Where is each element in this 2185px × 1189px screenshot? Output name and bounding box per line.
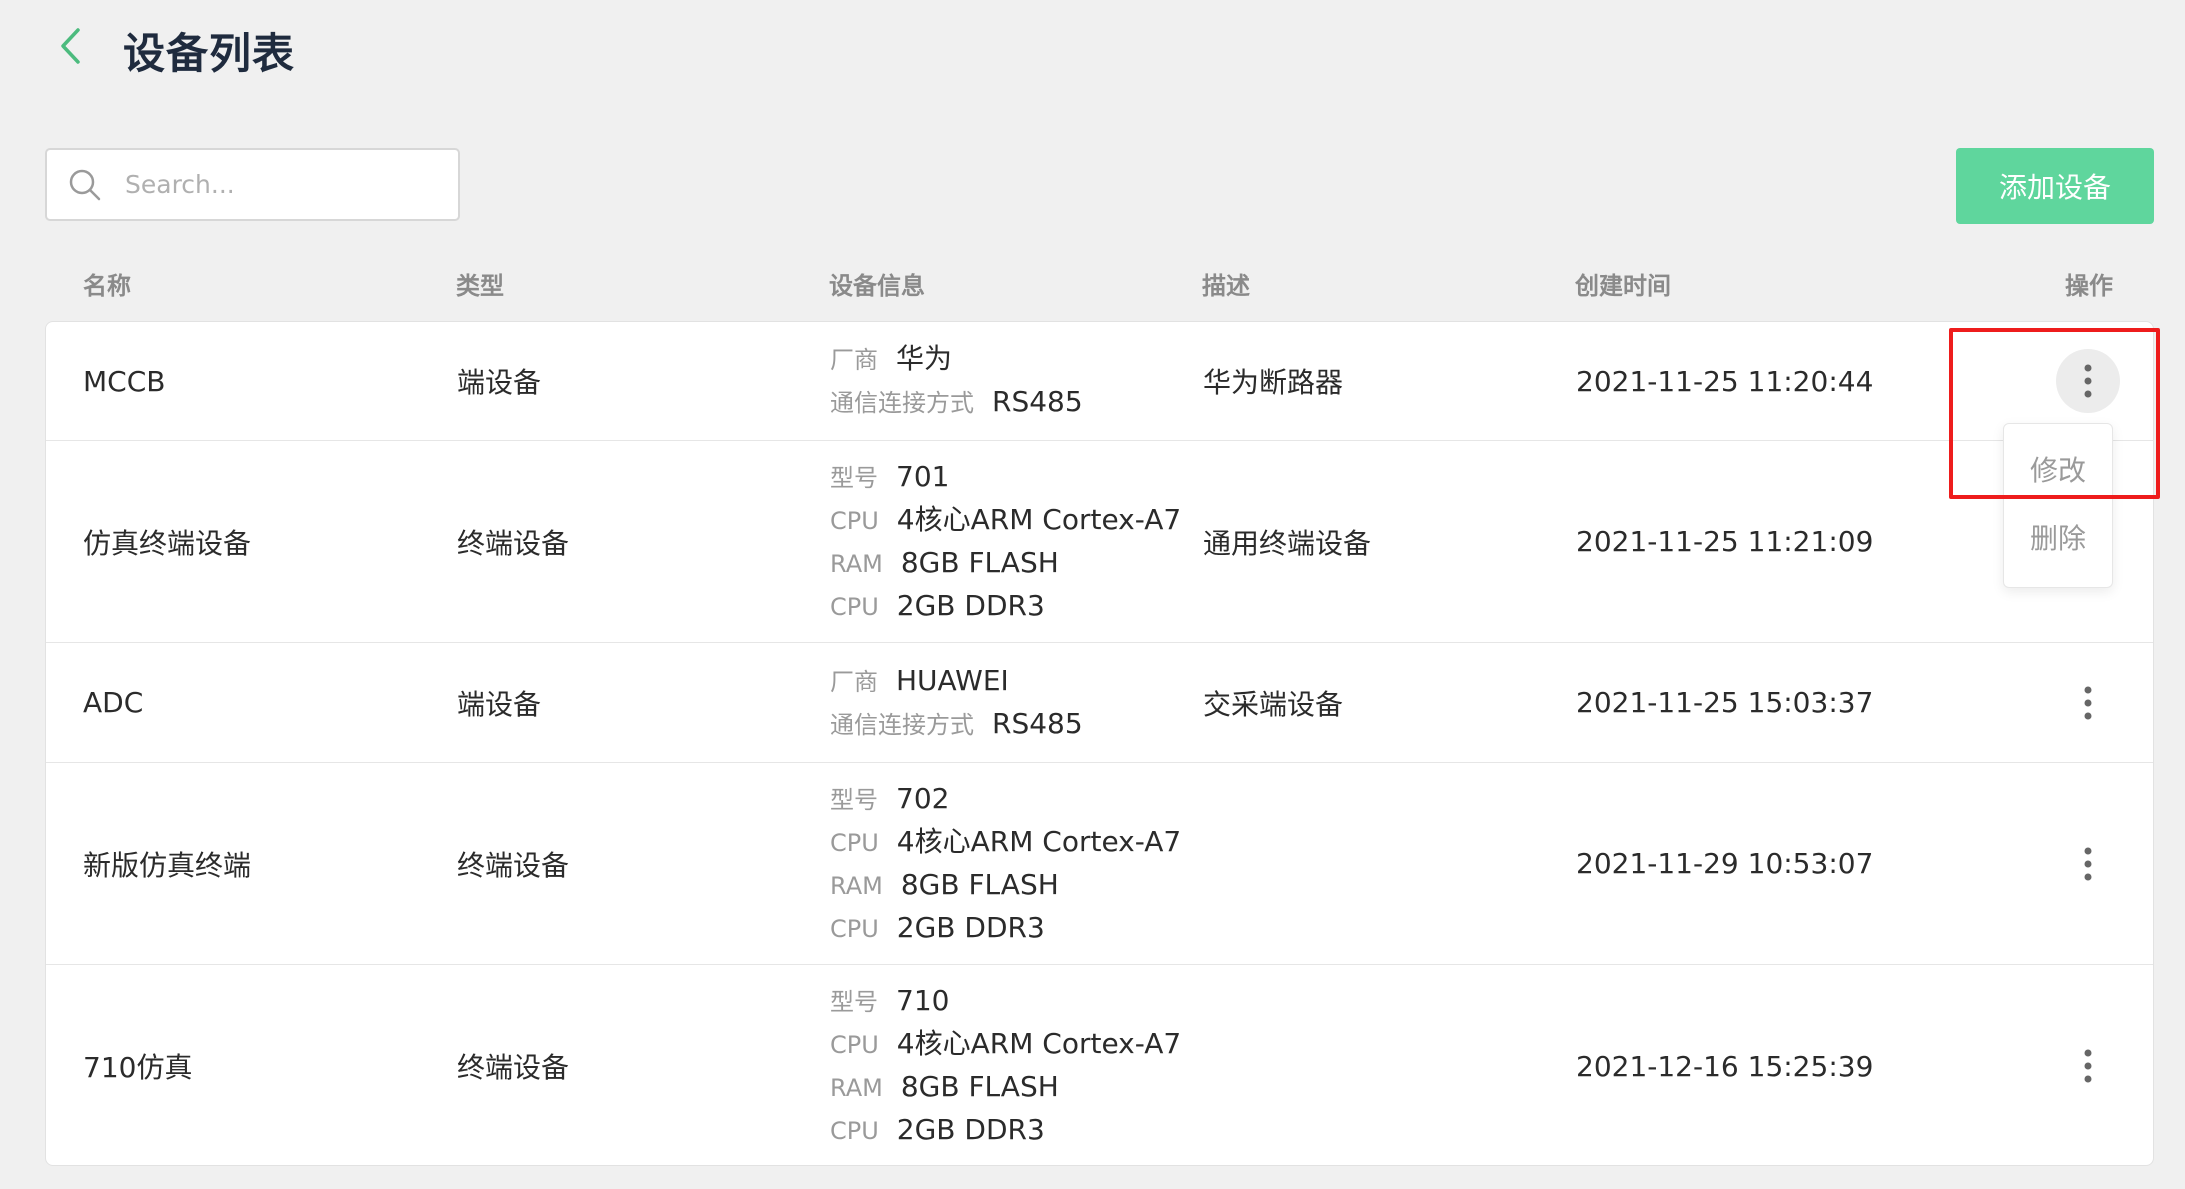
row-actions-menu: 修改 删除 (2003, 423, 2113, 588)
device-description: 通用终端设备 (1203, 526, 1372, 560)
info-line: 通信连接方式 RS485 (830, 385, 1083, 418)
table-row[interactable]: 新版仿真终端 终端设备 型号 702 CPU 4核心ARM Cortex-A7 RA… (46, 763, 2153, 965)
search-box[interactable] (45, 148, 460, 221)
device-name: 新版仿真终端 (83, 848, 252, 882)
chevron-left-icon (61, 28, 80, 64)
info-line: RAM 8GB FLASH (830, 1070, 1059, 1103)
add-device-button[interactable]: 添加设备 (1956, 148, 2154, 224)
more-vertical-icon (2084, 364, 2092, 398)
info-line: 厂商 HUAWEI (830, 663, 1009, 697)
device-type: 端设备 (457, 687, 542, 721)
device-type: 终端设备 (457, 1051, 570, 1084)
device-name: ADC (83, 686, 144, 719)
more-vertical-icon (2084, 686, 2092, 720)
more-vertical-icon (2084, 847, 2092, 881)
more-actions-button[interactable] (2056, 349, 2120, 413)
info-line: CPU 2GB DDR3 (830, 1113, 1045, 1146)
page-title: 设备列表 (123, 29, 296, 78)
device-type: 终端设备 (457, 848, 570, 882)
column-header-actions: 操作 (2065, 272, 2113, 300)
device-name: 仿真终端设备 (83, 526, 252, 560)
info-line: 型号 710 (830, 984, 950, 1017)
info-line: CPU 2GB DDR3 (830, 588, 1045, 622)
more-actions-button[interactable] (2056, 671, 2120, 735)
info-line: 型号 701 (830, 459, 950, 493)
device-created-time: 2021-11-25 11:21:09 (1576, 525, 1874, 558)
device-created-time: 2021-12-16 15:25:39 (1576, 1049, 1874, 1083)
table-row[interactable]: MCCB 端设备 厂商 华为 通信连接方式 RS485 华为断路器 2021-11-… (46, 322, 2153, 441)
column-header-created-time: 创建时间 (1575, 272, 1671, 300)
table-row[interactable]: ADC 端设备 厂商 HUAWEI 通信连接方式 RS485 交采端设备 2021-… (46, 643, 2153, 763)
delete-menu-item[interactable]: 删除 (2004, 517, 2112, 557)
device-name: 710仿真 (83, 1051, 193, 1084)
device-type: 终端设备 (457, 526, 570, 560)
search-icon (69, 169, 101, 200)
info-line: 厂商 华为 (830, 342, 953, 375)
back-button[interactable] (50, 26, 90, 66)
more-actions-button[interactable] (2056, 1034, 2120, 1098)
info-line: CPU 4核心ARM Cortex-A7 (830, 502, 1182, 536)
info-line: 型号 702 (830, 781, 950, 815)
edit-menu-item[interactable]: 修改 (2004, 449, 2112, 489)
info-line: RAM 8GB FLASH (830, 545, 1059, 579)
device-table: MCCB 端设备 厂商 华为 通信连接方式 RS485 华为断路器 2021-11-… (45, 321, 2154, 1166)
table-header: 名称 类型 设备信息 描述 创建时间 操作 (0, 266, 2185, 306)
more-actions-button[interactable] (2056, 832, 2120, 896)
device-created-time: 2021-11-29 10:53:07 (1576, 847, 1874, 880)
info-line: 通信连接方式 RS485 (830, 706, 1083, 740)
column-header-device-info: 设备信息 (829, 272, 925, 300)
device-info: 厂商 HUAWEI 通信连接方式 RS485 (830, 643, 1083, 762)
table-row[interactable]: 仿真终端设备 终端设备 型号 701 CPU 4核心ARM Cortex-A7 RA… (46, 441, 2153, 643)
device-description: 交采端设备 (1203, 687, 1344, 721)
device-info: 型号 701 CPU 4核心ARM Cortex-A7 RAM 8GB FLASH C… (830, 441, 1181, 642)
info-line: RAM 8GB FLASH (830, 867, 1059, 901)
column-header-description: 描述 (1202, 272, 1250, 300)
column-header-name: 名称 (83, 272, 131, 300)
device-created-time: 2021-11-25 15:03:37 (1576, 686, 1874, 719)
device-info: 型号 702 CPU 4核心ARM Cortex-A7 RAM 8GB FLASH C… (830, 763, 1181, 964)
device-created-time: 2021-11-25 11:20:44 (1576, 364, 1874, 398)
column-header-type: 类型 (456, 272, 504, 300)
info-line: CPU 2GB DDR3 (830, 910, 1045, 944)
device-name: MCCB (83, 364, 166, 398)
device-info: 型号 710 CPU 4核心ARM Cortex-A7 RAM 8GB FLASH C… (830, 965, 1182, 1165)
info-line: CPU 4核心ARM Cortex-A7 (830, 1027, 1182, 1060)
table-row[interactable]: 710仿真 终端设备 型号 710 CPU 4核心ARM Cortex-A7 RAM… (46, 965, 2153, 1165)
device-description: 华为断路器 (1203, 366, 1344, 399)
info-line: CPU 4核心ARM Cortex-A7 (830, 824, 1182, 858)
device-info: 厂商 华为 通信连接方式 RS485 (830, 322, 1083, 440)
more-vertical-icon (2084, 1049, 2092, 1083)
search-input[interactable] (123, 169, 427, 200)
device-type: 端设备 (457, 366, 542, 399)
